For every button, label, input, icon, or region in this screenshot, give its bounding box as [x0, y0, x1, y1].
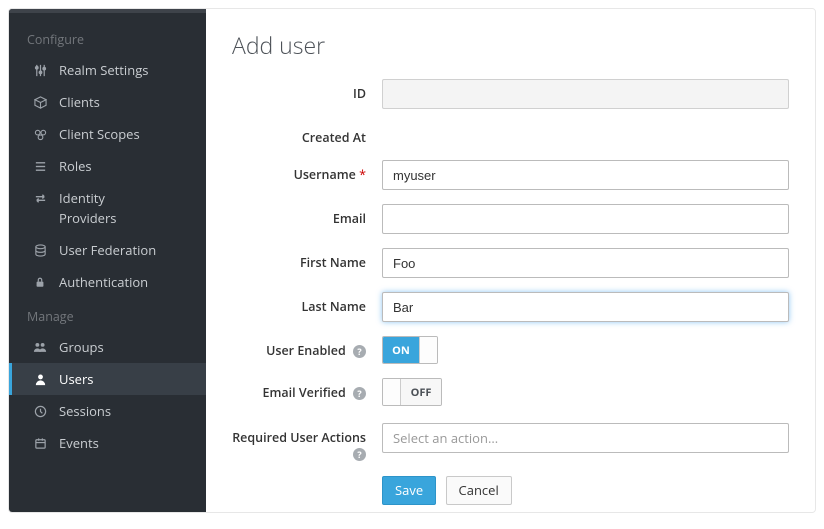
help-icon[interactable]: ?: [353, 387, 366, 400]
sidebar-item-label: Clients: [59, 94, 192, 110]
sidebar-item-authentication[interactable]: Authentication: [9, 266, 206, 298]
toggle-knob: [383, 379, 401, 405]
sidebar-item-user-federation[interactable]: User Federation: [9, 234, 206, 266]
sidebar-item-label-line2: Providers: [29, 210, 192, 226]
clock-icon: [29, 405, 51, 418]
sidebar-item-users[interactable]: Users: [9, 363, 206, 395]
sliders-icon: [29, 64, 51, 77]
username-field[interactable]: [382, 160, 789, 190]
label-first-name: First Name: [232, 248, 382, 271]
label-email: Email: [232, 204, 382, 227]
sidebar-section-configure: Configure: [9, 21, 206, 54]
lock-icon: [29, 276, 51, 289]
label-required-actions: Required User Actions ?: [232, 423, 382, 462]
sidebar-item-realm-settings[interactable]: Realm Settings: [9, 54, 206, 86]
exchange-icon: [29, 192, 51, 205]
sidebar-item-roles[interactable]: Roles: [9, 150, 206, 182]
sidebar-item-label: User Federation: [59, 242, 192, 258]
group-icon: [29, 341, 51, 354]
sidebar-item-label: Users: [59, 371, 192, 387]
sidebar-item-label: Roles: [59, 158, 192, 174]
label-id: ID: [232, 79, 382, 102]
sidebar-item-identity-providers[interactable]: Identity Providers: [9, 182, 206, 234]
sidebar-item-client-scopes[interactable]: Client Scopes: [9, 118, 206, 150]
sidebar-item-label: Events: [59, 435, 192, 451]
sidebar-item-clients[interactable]: Clients: [9, 86, 206, 118]
required-actions-select[interactable]: Select an action...: [382, 423, 789, 453]
scopes-icon: [29, 128, 51, 141]
page-title: Add user: [232, 29, 789, 61]
email-field[interactable]: [382, 204, 789, 234]
sidebar-item-events[interactable]: Events: [9, 427, 206, 459]
first-name-field[interactable]: [382, 248, 789, 278]
main-content: Add user ID Created At Username * Email …: [206, 9, 815, 512]
label-email-verified: Email Verified ?: [232, 378, 382, 401]
help-icon[interactable]: ?: [353, 448, 366, 461]
label-user-enabled: User Enabled ?: [232, 336, 382, 359]
cancel-button[interactable]: Cancel: [446, 476, 512, 505]
sidebar-item-label: Groups: [59, 339, 192, 355]
label-username: Username *: [232, 160, 382, 183]
cube-icon: [29, 96, 51, 109]
last-name-field[interactable]: [382, 292, 789, 322]
sidebar-item-label: Sessions: [59, 403, 192, 419]
sidebar-item-sessions[interactable]: Sessions: [9, 395, 206, 427]
user-icon: [29, 373, 51, 386]
sidebar: Configure Realm Settings Clients Client …: [9, 9, 206, 512]
user-enabled-toggle[interactable]: ON: [382, 336, 438, 364]
sidebar-section-manage: Manage: [9, 298, 206, 331]
list-icon: [29, 160, 51, 173]
label-created-at: Created At: [232, 123, 382, 146]
label-last-name: Last Name: [232, 292, 382, 315]
sidebar-item-label: Authentication: [59, 274, 192, 290]
help-icon[interactable]: ?: [353, 345, 366, 358]
id-field: [382, 79, 789, 109]
toggle-knob: [419, 337, 437, 363]
toggle-off-label: OFF: [401, 379, 441, 405]
database-icon: [29, 244, 51, 257]
save-button[interactable]: Save: [382, 476, 436, 505]
email-verified-toggle[interactable]: OFF: [382, 378, 442, 406]
sidebar-item-label: Identity: [59, 190, 192, 206]
toggle-on-label: ON: [383, 337, 419, 363]
sidebar-item-groups[interactable]: Groups: [9, 331, 206, 363]
sidebar-item-label: Client Scopes: [59, 126, 192, 142]
sidebar-item-label: Realm Settings: [59, 62, 192, 78]
calendar-icon: [29, 437, 51, 450]
